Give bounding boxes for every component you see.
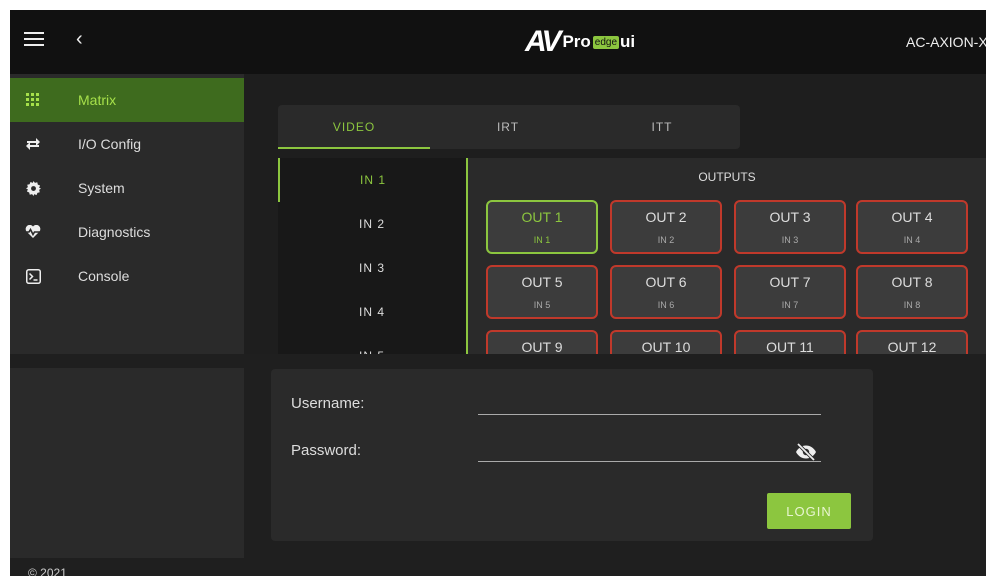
device-name: AC-AXION-X	[906, 34, 986, 50]
password-field-wrapper	[478, 436, 821, 462]
eye-slash-icon[interactable]	[795, 442, 817, 462]
sidebar-item-label: Console	[78, 268, 130, 284]
output-label: OUT 11	[766, 339, 814, 354]
sidebar-item-console[interactable]: Console	[10, 254, 244, 298]
sidebar: Matrix I/O Config System Diagnostics Con…	[10, 74, 244, 354]
sidebar-item-diagnostics[interactable]: Diagnostics	[10, 210, 244, 254]
gear-icon	[25, 180, 41, 196]
output-button[interactable]: OUT 4 IN 4	[856, 200, 968, 254]
input-item[interactable]: IN 3	[278, 246, 466, 290]
swap-arrows-icon	[25, 136, 41, 152]
output-button[interactable]: OUT 12	[856, 330, 968, 354]
sidebar-item-system[interactable]: System	[10, 166, 244, 210]
heartbeat-icon	[25, 224, 41, 240]
sidebar-item-matrix[interactable]: Matrix	[10, 78, 244, 122]
login-button[interactable]: LOGIN	[767, 493, 851, 529]
outputs-title: OUTPUTS	[698, 170, 756, 184]
footer	[10, 558, 986, 576]
username-field-wrapper	[478, 389, 821, 415]
output-label: OUT 12	[887, 339, 937, 354]
output-button[interactable]: OUT 1 IN 1	[486, 200, 598, 254]
routed-input-label: IN 7	[781, 300, 799, 310]
terminal-icon	[25, 268, 41, 284]
routed-input-label: IN 1	[533, 235, 551, 245]
sidebar-item-io-config[interactable]: I/O Config	[10, 122, 244, 166]
output-button[interactable]: OUT 6 IN 6	[610, 265, 722, 319]
output-button[interactable]: OUT 9	[486, 330, 598, 354]
output-button[interactable]: OUT 7 IN 7	[734, 265, 846, 319]
routed-input-label: IN 5	[533, 300, 551, 310]
output-label: OUT 5	[521, 274, 563, 290]
inputs-list: IN 1 IN 2 IN 3 IN 4 IN 5	[278, 158, 468, 354]
input-item[interactable]: IN 4	[278, 290, 466, 334]
routed-input-label: IN 3	[781, 235, 799, 245]
output-button[interactable]: OUT 11	[734, 330, 846, 354]
input-item[interactable]: IN 1	[278, 158, 466, 202]
output-label: OUT 4	[891, 209, 933, 225]
input-item[interactable]: IN 2	[278, 202, 466, 246]
output-label: OUT 7	[769, 274, 811, 290]
tab-itt[interactable]: ITT	[586, 105, 738, 149]
sidebar-item-label: Matrix	[78, 92, 117, 108]
chevron-left-icon[interactable]: ‹	[76, 28, 83, 51]
output-label: OUT 9	[521, 339, 563, 354]
output-label: OUT 2	[645, 209, 687, 225]
matrix-content: VIDEO IRT ITT IN 1 IN 2 IN 3 IN 4 IN 5 O…	[244, 74, 986, 354]
hamburger-menu-icon[interactable]	[24, 32, 44, 52]
output-label: OUT 6	[645, 274, 687, 290]
sidebar-item-label: System	[78, 180, 125, 196]
output-label: OUT 10	[641, 339, 691, 354]
password-field[interactable]	[478, 436, 821, 461]
output-button[interactable]: OUT 5 IN 5	[486, 265, 598, 319]
sidebar-lower-panel	[10, 368, 244, 558]
tab-video[interactable]: VIDEO	[278, 105, 430, 149]
output-label: OUT 3	[769, 209, 811, 225]
username-label: Username:	[291, 395, 365, 412]
routed-input-label: IN 6	[657, 300, 675, 310]
routed-input-label: IN 4	[903, 235, 921, 245]
output-button[interactable]: OUT 10	[610, 330, 722, 354]
password-label: Password:	[291, 442, 362, 459]
grid-icon	[25, 92, 41, 108]
avpro-edge-ui-logo: AV Pro edge ui	[525, 25, 636, 58]
routed-input-label: IN 2	[657, 235, 675, 245]
routed-input-label: IN 8	[903, 300, 921, 310]
sidebar-item-label: I/O Config	[78, 136, 142, 152]
sidebar-item-label: Diagnostics	[78, 224, 151, 240]
outputs-grid: OUTPUTS OUT 1 IN 1 OUT 2 IN 2 OUT 3 IN 3…	[468, 158, 986, 354]
input-item[interactable]: IN 5	[278, 334, 466, 354]
copyright-text: © 2021	[28, 566, 67, 576]
output-label: OUT 8	[891, 274, 933, 290]
login-form: Username: Password: LOGIN	[271, 369, 873, 541]
tab-irt[interactable]: IRT	[432, 105, 584, 149]
top-bar: ‹ AV Pro edge ui AC-AXION-X	[10, 10, 986, 74]
output-button[interactable]: OUT 2 IN 2	[610, 200, 722, 254]
username-field[interactable]	[478, 389, 821, 414]
output-button[interactable]: OUT 8 IN 8	[856, 265, 968, 319]
app-window: ‹ AV Pro edge ui AC-AXION-X Matrix I/O C…	[10, 10, 986, 576]
signal-tabs: VIDEO IRT ITT	[278, 105, 740, 149]
output-label: OUT 1	[521, 209, 563, 225]
output-button[interactable]: OUT 3 IN 3	[734, 200, 846, 254]
